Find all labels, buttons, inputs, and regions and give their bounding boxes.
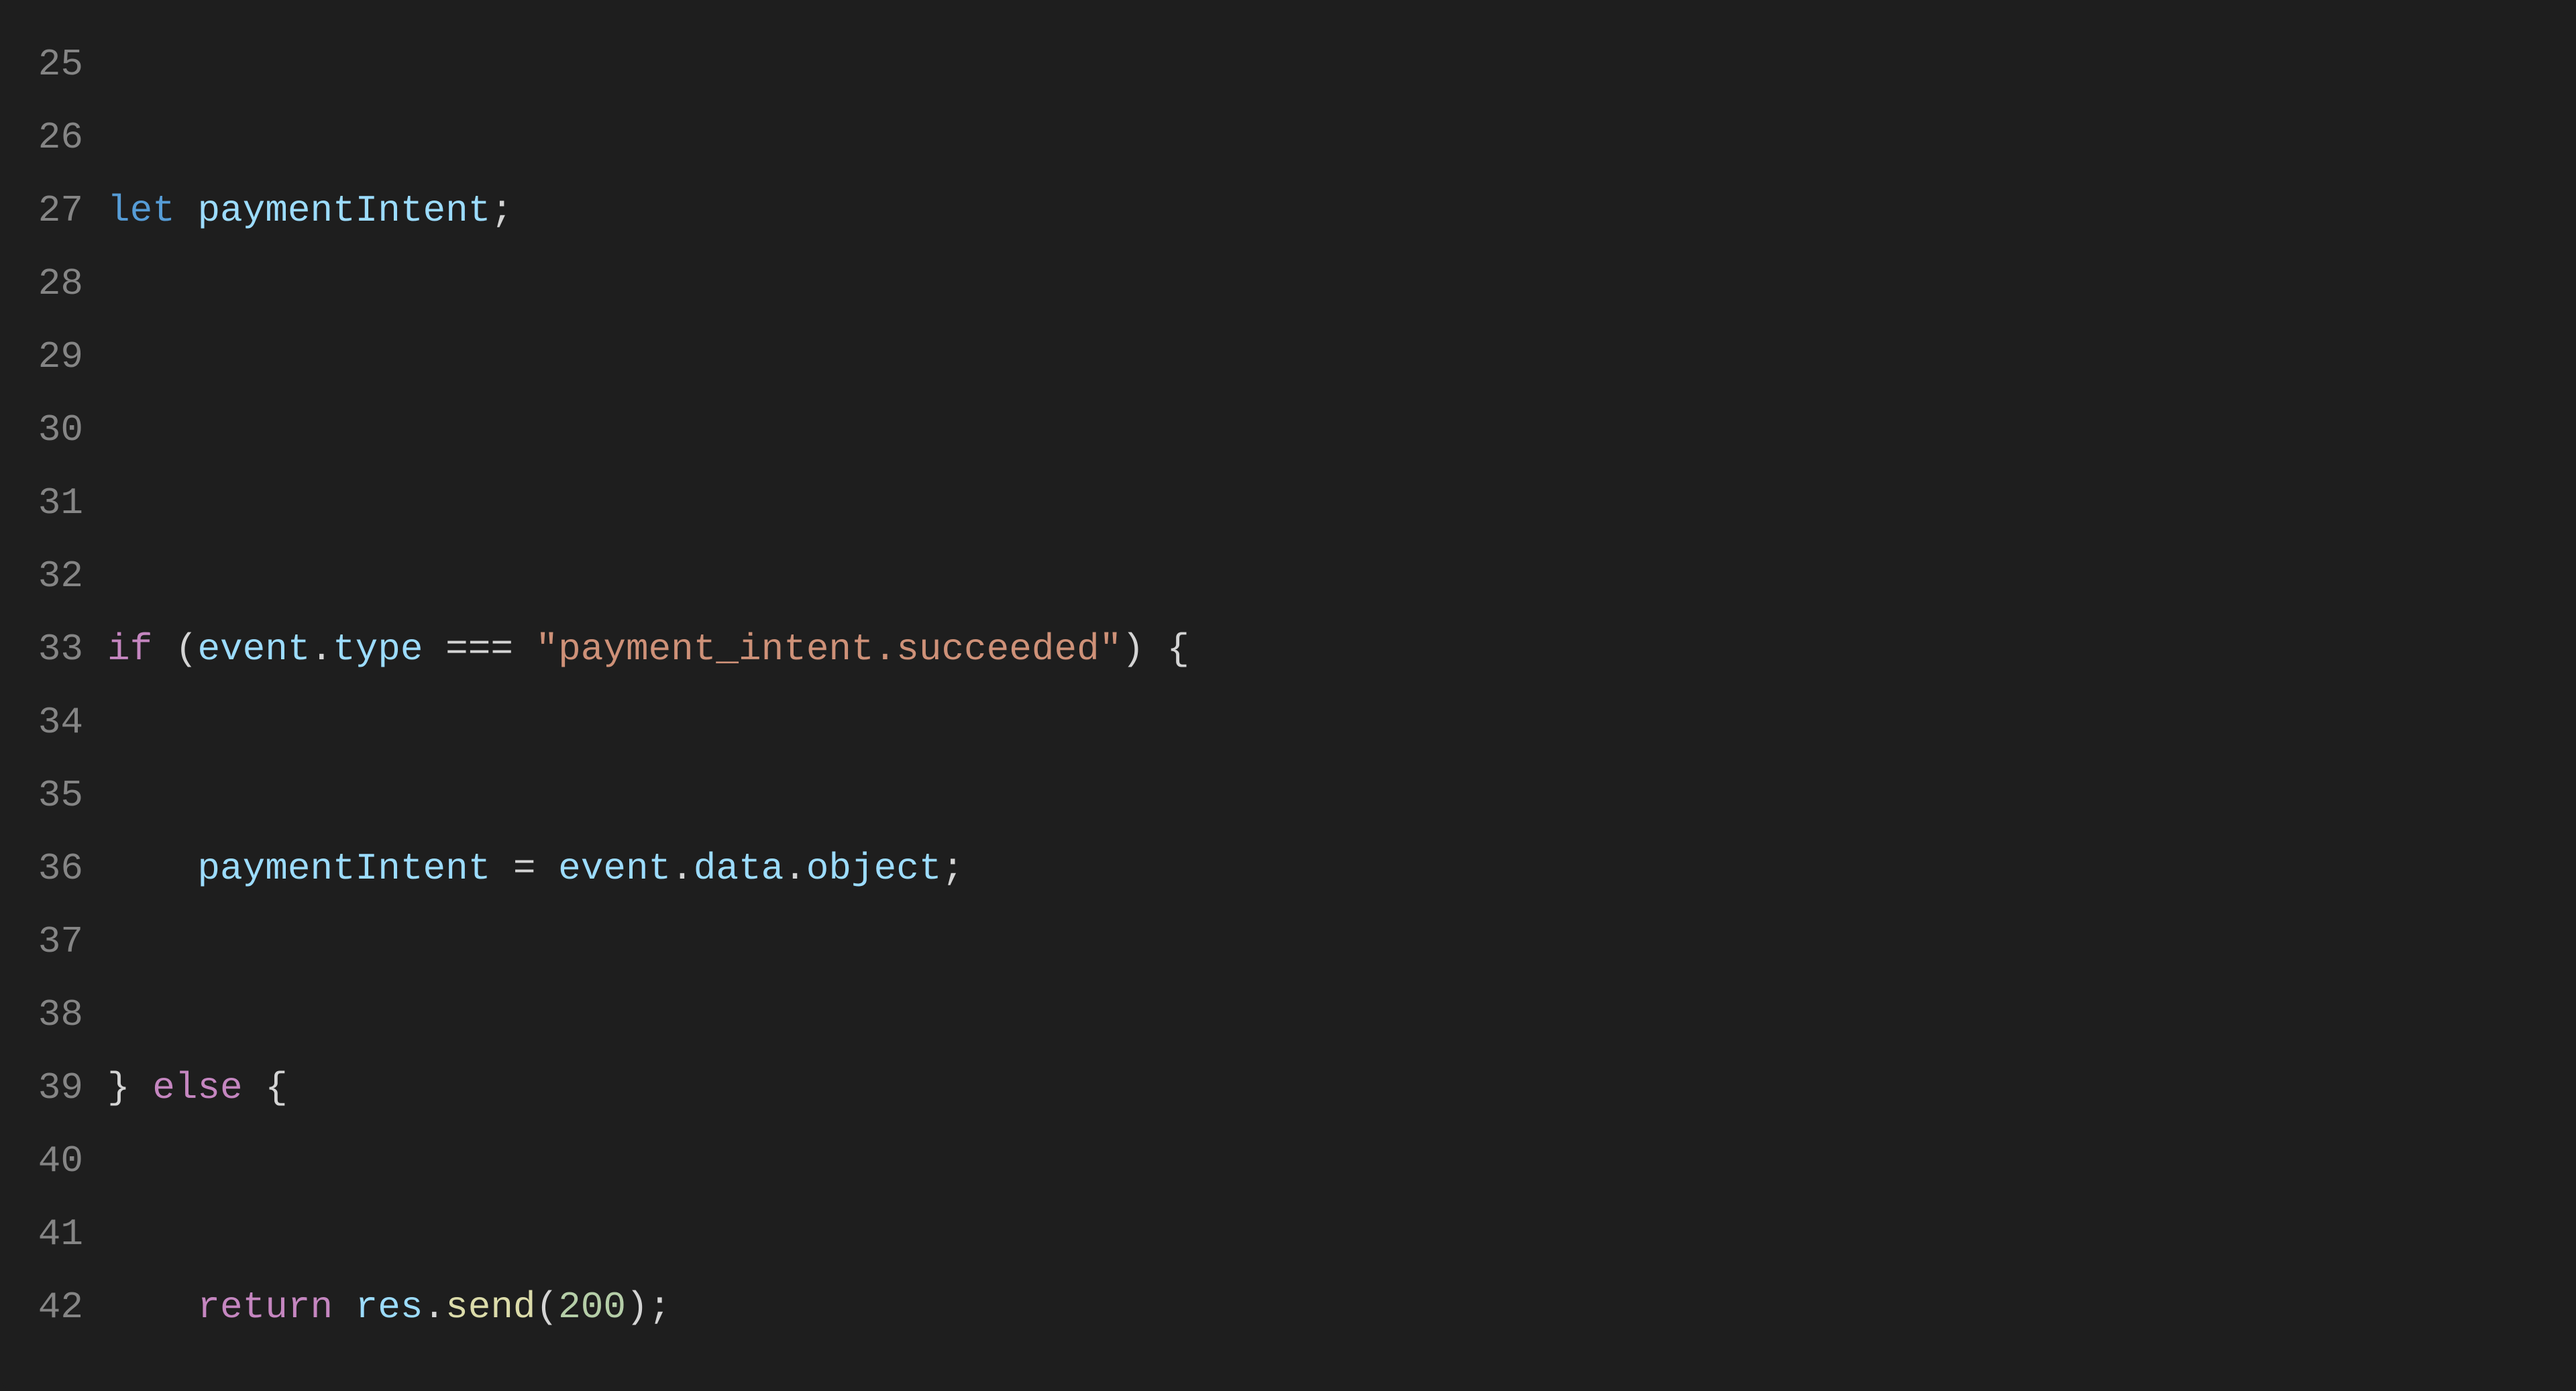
code-line[interactable] xyxy=(107,394,2576,467)
dot: . xyxy=(423,1286,446,1329)
line-number: 41 xyxy=(0,1198,83,1271)
dot: . xyxy=(310,628,333,671)
identifier: paymentIntent xyxy=(197,847,490,890)
property: object xyxy=(806,847,942,890)
line-number: 31 xyxy=(0,467,83,540)
brace-open: { xyxy=(1167,628,1190,671)
brace-open: { xyxy=(265,1066,288,1109)
code-line[interactable]: let paymentIntent; xyxy=(107,174,2576,247)
semicolon: ; xyxy=(490,189,513,232)
semicolon: ; xyxy=(941,847,964,890)
identifier: paymentIntent xyxy=(197,189,490,232)
line-number: 27 xyxy=(0,174,83,247)
space xyxy=(243,1066,266,1109)
line-number: 25 xyxy=(0,28,83,101)
dot: . xyxy=(784,847,806,890)
keyword-else: else xyxy=(152,1066,242,1109)
paren-open: ( xyxy=(536,1286,559,1329)
line-number: 33 xyxy=(0,613,83,686)
identifier: event xyxy=(197,628,310,671)
space xyxy=(490,847,513,890)
space xyxy=(1144,628,1167,671)
code-content[interactable]: let paymentIntent; if (event.type === "p… xyxy=(107,28,2576,1363)
property: type xyxy=(333,628,423,671)
string: "payment_intent.succeeded" xyxy=(536,628,1122,671)
line-number: 37 xyxy=(0,905,83,979)
line-number: 34 xyxy=(0,686,83,759)
keyword-let: let xyxy=(107,189,175,232)
line-number: 38 xyxy=(0,979,83,1052)
operator: === xyxy=(445,628,513,671)
line-number: 42 xyxy=(0,1271,83,1344)
brace-close: } xyxy=(107,1066,130,1109)
space xyxy=(513,628,536,671)
function-call: send xyxy=(445,1286,535,1329)
space xyxy=(333,1286,356,1329)
line-number: 32 xyxy=(0,540,83,613)
space xyxy=(536,847,559,890)
line-number: 36 xyxy=(0,832,83,905)
number: 200 xyxy=(558,1286,626,1329)
keyword-return: return xyxy=(197,1286,333,1329)
paren-close: ) xyxy=(1122,628,1144,671)
semicolon: ; xyxy=(649,1286,672,1329)
operator: = xyxy=(513,847,536,890)
code-line[interactable]: return res.send(200); xyxy=(107,1271,2576,1344)
code-line[interactable]: paymentIntent = event.data.object; xyxy=(107,832,2576,905)
paren-close: ) xyxy=(626,1286,649,1329)
line-number-gutter: 25 26 27 28 29 30 31 32 33 34 35 36 37 3… xyxy=(0,28,107,1363)
paren-open: ( xyxy=(175,628,198,671)
code-line[interactable]: } else { xyxy=(107,1052,2576,1125)
indent xyxy=(107,1286,197,1329)
property: data xyxy=(694,847,784,890)
line-number: 30 xyxy=(0,394,83,467)
line-number: 29 xyxy=(0,321,83,394)
indent xyxy=(107,847,197,890)
code-line[interactable]: if (event.type === "payment_intent.succe… xyxy=(107,613,2576,686)
space xyxy=(175,189,198,232)
space xyxy=(152,628,175,671)
space xyxy=(130,1066,153,1109)
keyword-if: if xyxy=(107,628,152,671)
identifier: res xyxy=(356,1286,423,1329)
line-number: 28 xyxy=(0,247,83,321)
code-editor[interactable]: 25 26 27 28 29 30 31 32 33 34 35 36 37 3… xyxy=(0,0,2576,1391)
line-number: 35 xyxy=(0,759,83,832)
dot: . xyxy=(671,847,694,890)
identifier: event xyxy=(558,847,671,890)
space xyxy=(423,628,446,671)
line-number: 39 xyxy=(0,1052,83,1125)
line-number: 40 xyxy=(0,1125,83,1198)
line-number: 26 xyxy=(0,101,83,174)
